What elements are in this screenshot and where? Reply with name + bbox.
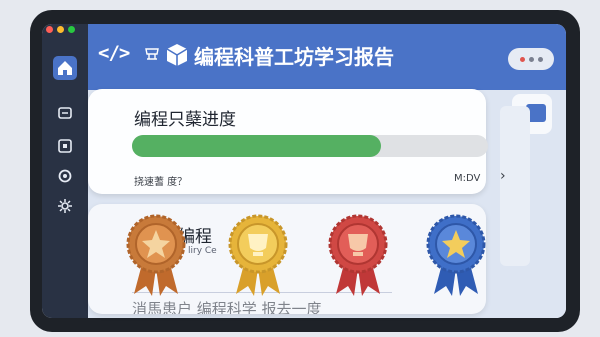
sidebar-item-settings[interactable] [53, 194, 77, 218]
progress-bar [132, 135, 488, 157]
gold-badge-icon[interactable] [226, 212, 290, 296]
status-dot [537, 56, 543, 62]
progress-card: 编程只蘖进度 挠速蓍 度？ M:DV › [88, 89, 506, 194]
home-icon [58, 61, 72, 75]
sidebar [42, 24, 88, 318]
sidebar-item-home[interactable] [53, 56, 77, 80]
square-icon [58, 139, 72, 153]
progress-card-title: 编程只蘖进度 [134, 110, 236, 130]
status-dot [528, 56, 534, 62]
badges-card-subtitle: liry Ce [188, 246, 217, 256]
message-icon [58, 107, 72, 119]
sidebar-item-messages[interactable] [53, 102, 77, 126]
sapphire-badge-icon[interactable] [424, 212, 488, 296]
minimize-dot[interactable] [57, 26, 64, 33]
progress-footer-left: 挠速蓍 度？ [134, 177, 188, 188]
code-icon[interactable]: </> [98, 42, 130, 64]
sidebar-item-square[interactable] [53, 134, 77, 158]
sidebar-item-refresh[interactable] [53, 164, 77, 188]
bronze-badge-icon[interactable] [124, 212, 188, 296]
ruby-badge-icon[interactable] [326, 212, 390, 296]
refresh-icon [58, 169, 72, 183]
maximize-dot[interactable] [68, 26, 75, 33]
badges-card-footer: 消馬患户 编程科学 报去一度 [132, 300, 322, 314]
header-menu-pill[interactable] [508, 48, 554, 70]
cube-icon [166, 44, 188, 66]
progress-footer-right: M:DV [454, 173, 481, 184]
tablet-device: </> 编程科普工坊学习报告 编程只蘖进度 挠速蓍 度？ M:DV › 编程 l… [30, 10, 580, 332]
shop-icon [145, 48, 159, 60]
progress-bar-fill [132, 135, 382, 157]
close-dot[interactable] [46, 26, 53, 33]
gear-icon [58, 199, 72, 213]
side-panel [500, 106, 530, 266]
status-dot [519, 56, 525, 62]
page-title: 编程科普工坊学习报告 [194, 45, 394, 69]
window-controls [46, 26, 75, 33]
chevron-right-icon[interactable]: › [500, 168, 506, 184]
app-header: </> 编程科普工坊学习报告 [88, 24, 566, 90]
